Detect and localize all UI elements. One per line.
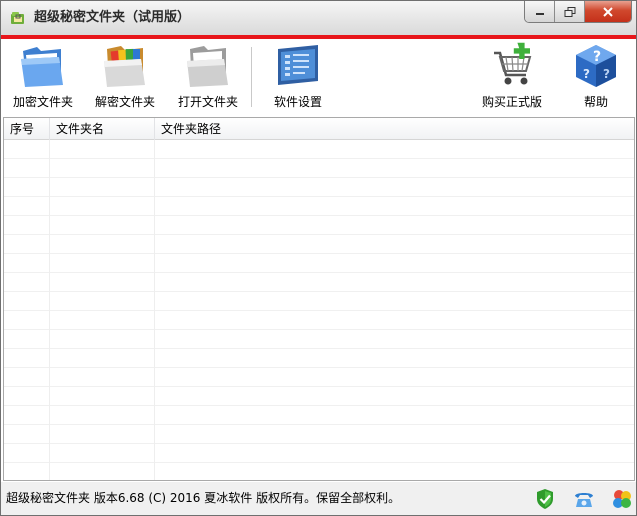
buy-full-version-label: 购买正式版 xyxy=(482,95,543,109)
title-bar[interactable]: 超级秘密文件夹（试用版） xyxy=(1,1,636,35)
open-folder-button[interactable]: 打开文件夹 xyxy=(178,41,238,113)
list-body[interactable] xyxy=(4,140,634,480)
status-text: 超级秘密文件夹 版本6.68 (C) 2016 夏冰软件 版权所有。保留全部权利… xyxy=(6,491,401,505)
restore-icon xyxy=(564,6,575,17)
svg-text:?: ? xyxy=(603,67,610,81)
folder-list[interactable]: 序号 文件夹名 文件夹路径 xyxy=(3,117,635,481)
minimize-icon xyxy=(535,12,544,15)
blue-folder-icon xyxy=(21,47,63,87)
close-button[interactable] xyxy=(585,1,631,22)
restore-button[interactable] xyxy=(555,1,585,22)
column-header-folder-path[interactable]: 文件夹路径 xyxy=(155,118,634,140)
open-folder-label: 打开文件夹 xyxy=(178,95,239,109)
help-cube-icon: ? ? ? xyxy=(576,45,616,87)
buy-full-version-button[interactable]: 购买正式版 xyxy=(482,41,542,113)
column-header-folder-name[interactable]: 文件夹名 xyxy=(50,118,155,140)
software-settings-label: 软件设置 xyxy=(273,95,322,109)
column-header-index[interactable]: 序号 xyxy=(4,118,50,140)
window-title: 超级秘密文件夹（试用版） xyxy=(34,10,191,25)
app-window: 超级秘密文件夹（试用版） 加密文件夹 解密文件夹 打开文件夹 软件设置 购买正式… xyxy=(0,0,637,516)
app-icon xyxy=(11,12,24,24)
color-palette-icon[interactable] xyxy=(611,488,633,510)
decrypt-folder-button[interactable]: 解密文件夹 xyxy=(95,41,155,113)
help-button[interactable]: ? ? ? 帮助 xyxy=(570,41,622,113)
telephone-icon[interactable] xyxy=(573,488,595,510)
help-label: 帮助 xyxy=(583,95,608,109)
close-icon xyxy=(603,6,613,17)
toolbar-separator xyxy=(251,47,252,107)
colorful-folder-icon xyxy=(104,46,145,87)
decrypt-folder-label: 解密文件夹 xyxy=(95,95,156,109)
software-settings-button[interactable]: 软件设置 xyxy=(272,41,324,113)
encrypt-folder-button[interactable]: 加密文件夹 xyxy=(13,41,73,113)
status-bar: 超级秘密文件夹 版本6.68 (C) 2016 夏冰软件 版权所有。保留全部权利… xyxy=(1,482,636,515)
encrypt-folder-label: 加密文件夹 xyxy=(13,95,74,109)
settings-panel-icon xyxy=(278,45,318,85)
shield-check-icon[interactable] xyxy=(534,488,556,510)
minimize-button[interactable] xyxy=(525,1,555,22)
svg-text:?: ? xyxy=(583,67,590,81)
shopping-cart-icon xyxy=(494,42,532,85)
gray-folder-icon xyxy=(187,46,228,87)
list-header: 序号 文件夹名 文件夹路径 xyxy=(4,118,634,140)
toolbar: 加密文件夹 解密文件夹 打开文件夹 软件设置 购买正式版 ? ? ? 帮助 xyxy=(1,39,636,115)
svg-text:?: ? xyxy=(593,49,601,65)
window-controls xyxy=(524,1,632,23)
